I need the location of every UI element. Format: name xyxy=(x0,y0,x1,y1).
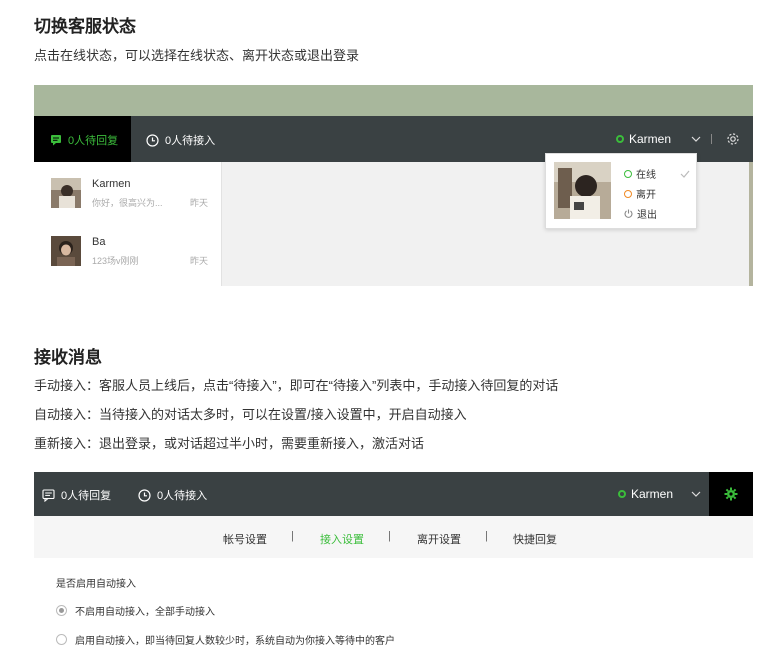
user-name: Karmen xyxy=(629,132,672,146)
chevron-down-icon xyxy=(691,136,701,142)
status-option-online[interactable]: 在线 xyxy=(624,166,690,181)
online-status-dot xyxy=(618,490,626,498)
tab-pending-accept[interactable]: 0人待接入 xyxy=(138,487,207,503)
chat-preview: 123场v刚刚 xyxy=(92,256,139,266)
chat-time: 昨天 xyxy=(189,256,208,266)
top-bar: 0人待回复 0人待接入 Karmen xyxy=(34,472,753,516)
tab-account-settings[interactable]: 帐号设置 xyxy=(223,531,267,547)
list-item[interactable]: Ba 123场v刚刚 昨天 xyxy=(34,220,222,278)
radio-option-auto[interactable]: 启用自动接入，即当待回复人数较少时，系统自动为你接入等待中的客户 xyxy=(56,632,395,647)
divider xyxy=(711,134,713,144)
chat-list: Karmen 你好，很高兴为... 昨天 Ba 123场v刚刚 昨天 xyxy=(34,162,222,286)
tab-label: 0人待回复 xyxy=(68,135,119,147)
settings-subnav: 帐号设置 | 接入设置 | 离开设置 | 快捷回复 xyxy=(34,516,753,558)
chat-icon xyxy=(42,488,55,502)
chevron-down-icon xyxy=(691,491,701,497)
tab-accept-settings[interactable]: 接入设置 xyxy=(320,531,364,547)
list-item[interactable]: Karmen 你好，很高兴为... 昨天 xyxy=(34,162,222,220)
tab-pending-accept[interactable]: 0人待接入 xyxy=(146,132,215,148)
radio-label: 不启用自动接入，全部手动接入 xyxy=(75,607,215,618)
tab-pending-reply[interactable]: 0人待回复 xyxy=(50,132,118,148)
clock-icon xyxy=(146,133,159,147)
section-line-reaccept: 重新接入：退出登录，或对话超过半小时，需要重新接入，激活对话 xyxy=(34,436,425,451)
tab-pending-reply[interactable]: 0人待回复 xyxy=(42,487,111,503)
status-option-logout[interactable]: 退出 xyxy=(624,206,657,221)
section-title-receive-messages: 接收消息 xyxy=(34,348,102,367)
auto-accept-question: 是否启用自动接入 xyxy=(56,579,136,590)
check-icon xyxy=(680,170,690,178)
avatar xyxy=(554,162,611,219)
radio-unselected[interactable] xyxy=(56,634,67,645)
nav-separator: | xyxy=(291,530,294,542)
online-icon xyxy=(624,169,632,178)
status-menu-popup: 在线 离开 退出 xyxy=(545,153,697,229)
status-option-away[interactable]: 离开 xyxy=(624,186,656,201)
chat-name: Ba xyxy=(92,236,106,248)
settings-button[interactable] xyxy=(709,472,753,516)
screenshot-edge xyxy=(749,162,753,286)
user-status-dropdown[interactable]: Karmen xyxy=(616,132,740,146)
tab-label: 0人待回复 xyxy=(61,490,112,502)
user-status-dropdown[interactable]: Karmen xyxy=(618,487,701,501)
screenshot-background xyxy=(34,85,753,116)
chat-icon xyxy=(51,135,61,146)
tab-label: 0人待接入 xyxy=(157,490,208,502)
section-line-auto: 自动接入：当待接入的对话太多时，可以在设置/接入设置中，开启自动接入 xyxy=(34,407,467,422)
screenshot-accept-settings: 0人待回复 0人待接入 Karmen 帐号设置 | 接入设置 | 离开设置 | … xyxy=(34,472,753,650)
chat-time: 昨天 xyxy=(189,198,208,208)
tab-away-settings[interactable]: 离开设置 xyxy=(417,531,461,547)
user-name: Karmen xyxy=(631,487,674,501)
screenshot-status-switch: 0人待回复 0人待接入 Karmen Karmen 你好，很高兴为... 昨天 … xyxy=(34,85,753,286)
status-option-label: 在线 xyxy=(636,170,656,181)
gear-icon xyxy=(724,487,738,501)
section-desc-switch-status: 点击在线状态，可以选择在线状态、离开状态或退出登录 xyxy=(34,48,360,63)
nav-separator: | xyxy=(388,530,391,542)
radio-option-manual[interactable]: 不启用自动接入，全部手动接入 xyxy=(56,603,215,618)
tab-label: 0人待接入 xyxy=(165,135,216,147)
chat-preview: 你好，很高兴为... xyxy=(92,198,163,208)
chat-name: Karmen xyxy=(92,178,131,190)
section-line-manual: 手动接入：客服人员上线后，点击“待接入”，即可在“待接入”列表中，手动接入待回复… xyxy=(34,378,559,393)
nav-separator: | xyxy=(485,530,488,542)
power-icon xyxy=(624,209,633,218)
status-option-label: 离开 xyxy=(636,190,656,201)
status-option-label: 退出 xyxy=(637,210,657,221)
radio-label: 启用自动接入，即当待回复人数较少时，系统自动为你接入等待中的客户 xyxy=(75,636,395,647)
gear-icon[interactable] xyxy=(726,132,740,146)
avatar xyxy=(51,178,81,208)
away-icon xyxy=(624,189,632,198)
online-status-dot xyxy=(616,135,624,143)
section-title-switch-status: 切换客服状态 xyxy=(34,17,136,36)
tab-quick-reply[interactable]: 快捷回复 xyxy=(513,531,557,547)
radio-selected[interactable] xyxy=(56,605,67,616)
clock-icon xyxy=(138,488,151,502)
avatar xyxy=(51,236,81,266)
